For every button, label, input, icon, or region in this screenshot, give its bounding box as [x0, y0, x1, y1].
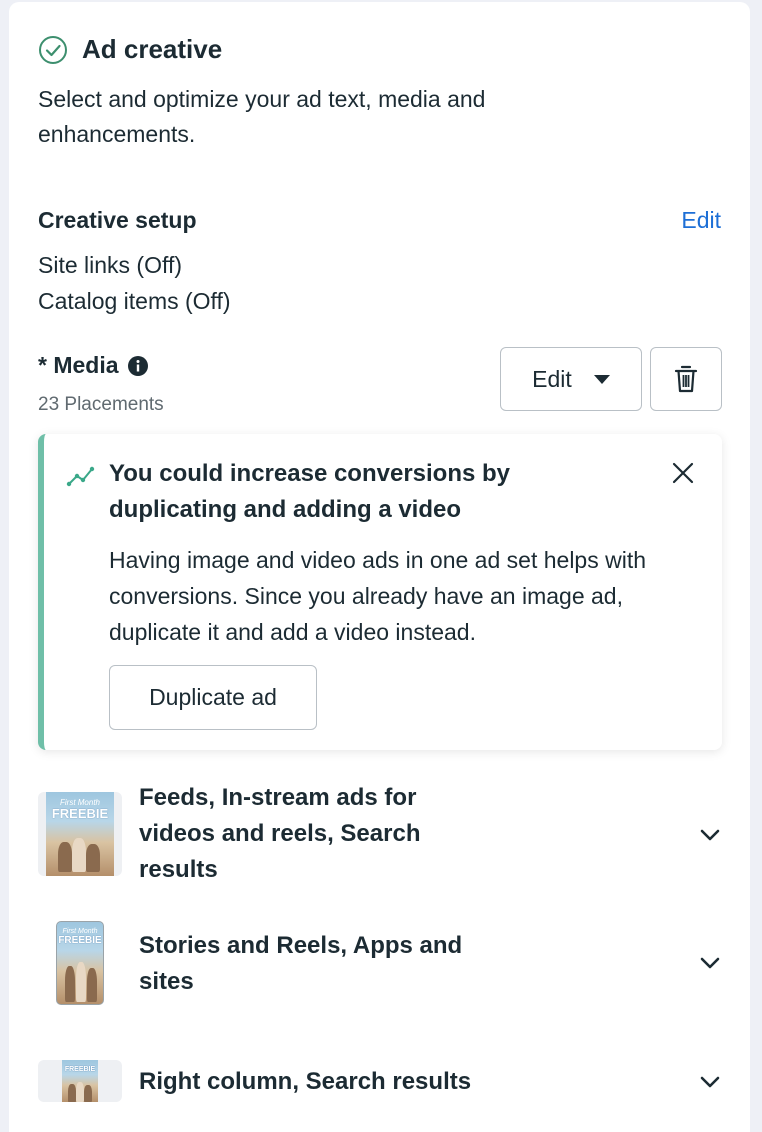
creative-setup-title: Creative setup [38, 207, 197, 233]
ad-image-thumbnail-small: FREEBIE [62, 1060, 98, 1102]
thumbnail-caption: First Month [62, 928, 98, 935]
thumbnail-headline: FREEBIE [64, 1066, 96, 1073]
placement-row-stories[interactable]: First Month FREEBIE Stories and Reels, A… [38, 920, 722, 1010]
placement-label: Feeds, In-stream ads for videos and reel… [139, 784, 421, 883]
placement-row-right-column[interactable]: FREEBIE Right column, Search results [38, 1060, 722, 1104]
chevron-down-icon[interactable] [700, 957, 720, 969]
placement-label: Right column, Search results [139, 1068, 472, 1095]
section-title: Ad creative [82, 34, 223, 64]
thumbnail-headline: FREEBIE [58, 935, 102, 946]
media-edit-label: Edit [532, 365, 572, 392]
trash-icon [674, 365, 698, 393]
section-header: Ad creative [38, 34, 222, 65]
close-icon[interactable] [670, 460, 696, 486]
ad-image-thumbnail-vertical: First Month FREEBIE [56, 921, 104, 1005]
chevron-down-icon[interactable] [700, 1076, 720, 1088]
media-label-text: * Media [38, 352, 119, 378]
catalog-items-status: Catalog items (Off) [38, 288, 231, 314]
ad-creative-panel: Ad creative Select and optimize your ad … [9, 2, 750, 1132]
trend-sparkle-icon [66, 466, 95, 487]
delete-media-button[interactable] [650, 347, 722, 411]
placement-label: Stories and Reels, Apps and sites [139, 932, 463, 995]
chevron-down-icon[interactable] [700, 829, 720, 841]
info-icon[interactable] [127, 355, 149, 377]
section-subtitle: Select and optimize your ad text, media … [38, 86, 486, 147]
creative-setup-edit-link[interactable]: Edit [681, 207, 721, 234]
site-links-status: Site links (Off) [38, 252, 182, 278]
ad-image-thumbnail: First Month FREEBIE [46, 792, 114, 876]
media-edit-dropdown-button[interactable]: Edit [500, 347, 642, 411]
media-label: * Media [38, 352, 149, 379]
check-circle-icon [39, 35, 67, 64]
recommendation-body: Having image and video ads in one ad set… [109, 547, 647, 645]
placement-row-feeds[interactable]: First Month FREEBIE Feeds, In-stream ads… [38, 784, 722, 902]
thumbnail-headline: FREEBIE [51, 806, 109, 821]
placement-thumbnail-right-column: FREEBIE [38, 1060, 122, 1102]
duplicate-ad-button[interactable]: Duplicate ad [109, 665, 317, 730]
placement-thumbnail-feeds: First Month FREEBIE [38, 792, 122, 876]
caret-down-icon [593, 374, 610, 384]
recommendation-card: You could increase conversions by duplic… [38, 434, 722, 750]
placement-thumbnail-stories: First Month FREEBIE [38, 920, 122, 1006]
placements-count: 23 Placements [38, 394, 164, 415]
recommendation-title: You could increase conversions by duplic… [109, 460, 511, 523]
